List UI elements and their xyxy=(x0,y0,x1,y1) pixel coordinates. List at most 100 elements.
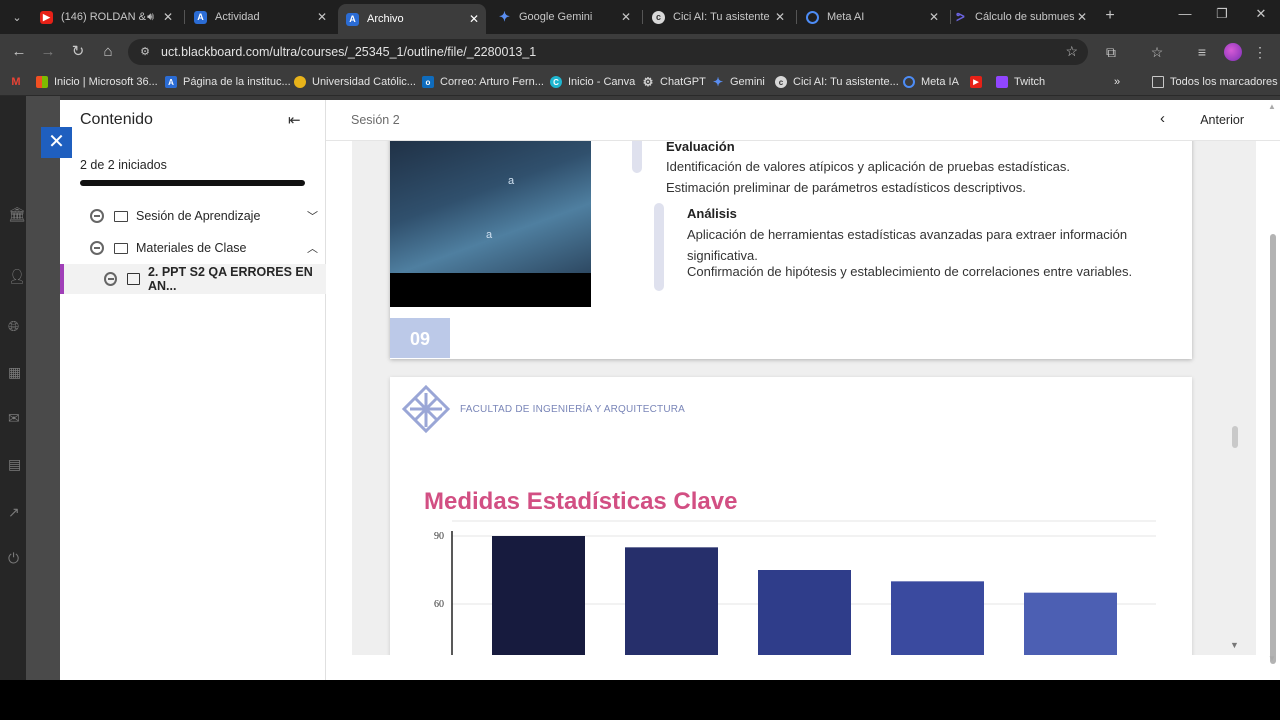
bookmarks-bar: M Inicio | Microsoft 36... A Página de l… xyxy=(0,70,1280,96)
breadcrumb[interactable]: Sesión 2 xyxy=(351,113,400,127)
youtube-icon: ▶ xyxy=(40,10,53,24)
bookmark-universidad[interactable]: Universidad Católic... xyxy=(294,76,416,88)
previous-button[interactable]: Anterior xyxy=(1200,113,1244,127)
blackboard-icon: A xyxy=(165,76,177,88)
gemini-icon: ✦ xyxy=(712,75,724,89)
bookmark-gemini[interactable]: ✦ Gemini xyxy=(712,75,765,89)
chevron-down-icon[interactable]: ﹀ xyxy=(307,208,318,224)
omnibox[interactable]: ⚙ uct.blackboard.com/ultra/courses/_2534… xyxy=(128,39,1088,65)
back-button[interactable]: ← xyxy=(10,43,28,61)
evaluacion-heading: Evaluación xyxy=(666,141,735,154)
tab-actividad[interactable]: A Actividad ✕ xyxy=(186,4,334,30)
outline-title: Contenido xyxy=(80,111,153,128)
folder-icon xyxy=(114,210,128,222)
grades-icon[interactable]: ▤ xyxy=(8,456,26,474)
tab-search-button[interactable]: ⌄ xyxy=(6,6,28,28)
youtube-icon: ▶ xyxy=(970,76,982,88)
close-tab-icon[interactable]: ✕ xyxy=(314,10,330,24)
close-tab-icon[interactable]: ✕ xyxy=(160,10,176,24)
outline-item-materiales[interactable]: Materiales de Clase ︿ xyxy=(60,233,326,263)
new-tab-button[interactable]: + xyxy=(1100,7,1120,25)
messages-icon[interactable]: ✉ xyxy=(8,410,26,428)
chart-bar xyxy=(758,570,851,655)
profile-avatar[interactable] xyxy=(1224,43,1242,61)
gmail-icon[interactable]: M xyxy=(10,76,28,88)
extensions-icon[interactable]: ⧉ xyxy=(1102,43,1120,61)
chevron-left-icon[interactable]: ‹ xyxy=(1160,110,1165,127)
photo-letter: a xyxy=(508,175,515,187)
tab-youtube[interactable]: ▶ (146) ROLDAN & 🔊︎ ✕ xyxy=(32,4,180,30)
page-scroll-up-icon[interactable]: ▲ xyxy=(1268,102,1276,111)
minimize-button[interactable]: — xyxy=(1175,6,1195,21)
close-tab-icon[interactable]: ✕ xyxy=(466,12,482,26)
bookmark-correo[interactable]: o Correo: Arturo Fern... xyxy=(422,76,544,88)
globe-icon[interactable]: 🌐︎ xyxy=(8,318,26,336)
favorites-icon[interactable]: ☆ xyxy=(1148,43,1166,61)
bookmark-cici[interactable]: c Cici AI: Tu asistente... xyxy=(775,76,899,88)
document-viewer[interactable]: a a 09 Evaluación Identificación de valo… xyxy=(352,141,1256,655)
tab-archivo[interactable]: A Archivo ✕ xyxy=(338,4,486,34)
chevron-up-icon[interactable]: ︿ xyxy=(307,240,318,256)
bookmark-youtube[interactable]: ▶ xyxy=(970,76,988,88)
all-bookmarks[interactable]: Todos los marcadores xyxy=(1152,76,1278,88)
tab-gemini[interactable]: ✦ Google Gemini ✕ xyxy=(490,4,638,30)
bookmark-meta-ia[interactable]: Meta IA xyxy=(903,76,959,88)
bookmark-chatgpt[interactable]: ⚙ ChatGPT xyxy=(642,75,706,89)
close-tab-icon[interactable]: ✕ xyxy=(926,10,942,24)
bookmark-canva[interactable]: C Inicio - Canva xyxy=(550,76,635,88)
tab-separator xyxy=(184,10,185,24)
more-bookmarks-icon[interactable]: » xyxy=(1114,76,1120,88)
tools-icon[interactable]: ↗ xyxy=(8,504,26,522)
tab-separator xyxy=(642,10,643,24)
bookmark-star-icon[interactable]: ☆ xyxy=(1065,43,1078,60)
close-window-button[interactable]: ✕ xyxy=(1251,6,1271,22)
close-tab-icon[interactable]: ✕ xyxy=(618,10,634,24)
bookmark-label: Inicio - Canva xyxy=(568,76,636,88)
slide-10: FACULTAD DE INGENIERÍA Y ARQUITECTURA Me… xyxy=(390,377,1192,655)
bookmark-label: Twitch xyxy=(1014,76,1046,88)
menu-dots-icon[interactable]: ⋮ xyxy=(1251,43,1269,61)
tab-title: Cici AI: Tu asistente d xyxy=(673,11,772,23)
tab-cici[interactable]: c Cici AI: Tu asistente d ✕ xyxy=(644,4,792,30)
bookmark-label: Gemini xyxy=(730,76,765,88)
home-button[interactable]: ⌂ xyxy=(99,43,117,61)
all-bookmarks-label: Todos los marcadores xyxy=(1170,76,1278,88)
collapse-outline-icon[interactable]: ⇤ xyxy=(288,111,301,129)
close-tab-icon[interactable]: ✕ xyxy=(1074,10,1090,24)
close-tab-icon[interactable]: ✕ xyxy=(772,10,788,24)
institution-icon[interactable]: 🏛︎ xyxy=(8,206,26,224)
forward-button[interactable]: → xyxy=(39,43,57,61)
url-text[interactable]: uct.blackboard.com/ultra/courses/_25345_… xyxy=(161,45,536,59)
close-panel-button[interactable]: ✕ xyxy=(41,127,72,158)
user-icon[interactable]: 👤︎ xyxy=(8,268,26,286)
chart-title: Medidas Estadísticas Clave xyxy=(424,488,738,515)
tab-meta-ai[interactable]: Meta AI ✕ xyxy=(798,4,946,30)
started-status-icon xyxy=(104,272,118,286)
blackboard-icon: A xyxy=(194,10,207,24)
presentation-icon xyxy=(127,273,140,285)
outline-item-ppt[interactable]: 2. PPT S2 QA ERRORES EN AN... xyxy=(60,264,326,294)
folder-icon xyxy=(114,242,128,254)
bookmark-institucion[interactable]: A Página de la instituc... xyxy=(165,76,291,88)
bookmark-microsoft[interactable]: Inicio | Microsoft 36... xyxy=(36,76,158,88)
y-tick-label: 60 xyxy=(434,599,444,610)
speaker-icon[interactable]: 🔊︎ xyxy=(147,11,154,24)
reload-button[interactable]: ↻ xyxy=(69,43,87,61)
restore-button[interactable]: ❐ xyxy=(1212,6,1232,22)
tab-calculo[interactable]: ᕗ Cálculo de submuest ✕ xyxy=(946,4,1094,30)
uct-icon xyxy=(294,76,306,88)
bookmark-twitch[interactable]: Twitch xyxy=(996,76,1045,88)
viewer-scroll-thumb[interactable] xyxy=(1232,426,1238,448)
outline-item-label: 2. PPT S2 QA ERRORES EN AN... xyxy=(147,265,313,293)
viewer-scroll-down-icon[interactable]: ▼ xyxy=(1230,640,1239,650)
tab-strip: ⌄ ▶ (146) ROLDAN & 🔊︎ ✕ A Actividad ✕ A … xyxy=(0,0,1280,34)
site-info-icon[interactable]: ⚙ xyxy=(138,45,152,59)
blackboard-icon: A xyxy=(346,12,359,26)
calendar-icon[interactable]: ▦ xyxy=(8,364,26,382)
signout-icon[interactable]: ⏻ xyxy=(8,550,26,568)
page-scroll-down-icon[interactable]: ▼ xyxy=(1268,654,1276,663)
outline-item-sesion-aprendizaje[interactable]: Sesión de Aprendizaje ﹀ xyxy=(60,201,326,231)
page-scroll-thumb[interactable] xyxy=(1270,234,1276,664)
reading-list-icon[interactable]: ≡ xyxy=(1193,43,1211,61)
bookmark-label: Universidad Católic... xyxy=(312,76,416,88)
